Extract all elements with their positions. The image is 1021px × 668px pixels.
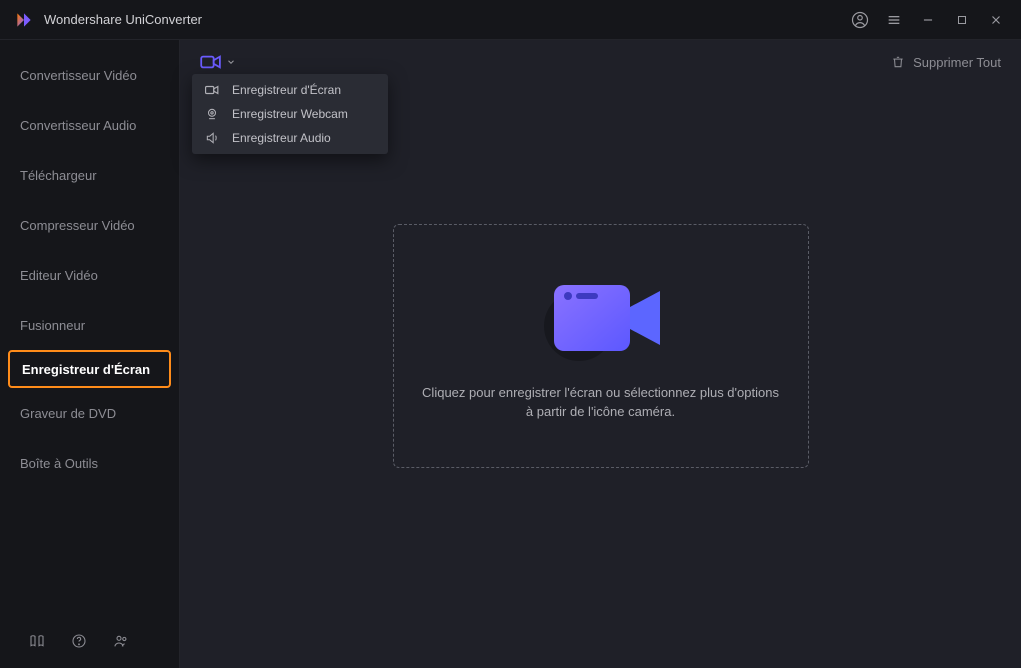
clear-all-label: Supprimer Tout <box>913 55 1001 70</box>
sidebar-nav: Convertisseur Vidéo Convertisseur Audio … <box>0 50 179 632</box>
feedback-icon[interactable] <box>112 632 130 650</box>
sidebar-item-label: Fusionneur <box>20 318 85 333</box>
sidebar-item-video-converter[interactable]: Convertisseur Vidéo <box>0 50 179 100</box>
sidebar-item-screen-recorder[interactable]: Enregistreur d'Écran <box>8 350 171 388</box>
minimize-button[interactable] <box>911 3 945 37</box>
titlebar: Wondershare UniConverter <box>0 0 1021 40</box>
chevron-down-icon <box>226 57 236 67</box>
help-icon[interactable] <box>70 632 88 650</box>
sidebar-item-label: Enregistreur d'Écran <box>22 362 150 377</box>
sidebar-item-merger[interactable]: Fusionneur <box>0 300 179 350</box>
dropdown-item-label: Enregistreur d'Écran <box>232 83 341 97</box>
camera-icon <box>204 84 220 96</box>
sidebar-item-dvd-burner[interactable]: Graveur de DVD <box>0 388 179 438</box>
dropzone-hint: Cliquez pour enregistrer l'écran ou séle… <box>421 383 781 422</box>
guide-icon[interactable] <box>28 632 46 650</box>
clear-all-button[interactable]: Supprimer Tout <box>891 55 1001 70</box>
dropdown-item-label: Enregistreur Audio <box>232 131 331 145</box>
webcam-icon <box>204 107 220 121</box>
sidebar-item-label: Téléchargeur <box>20 168 97 183</box>
record-dropzone[interactable]: Cliquez pour enregistrer l'écran ou séle… <box>393 224 809 468</box>
close-button[interactable] <box>979 3 1013 37</box>
trash-icon <box>891 55 905 69</box>
sidebar-item-downloader[interactable]: Téléchargeur <box>0 150 179 200</box>
sidebar-item-audio-converter[interactable]: Convertisseur Audio <box>0 100 179 150</box>
sidebar: Convertisseur Vidéo Convertisseur Audio … <box>0 40 180 668</box>
app-title: Wondershare UniConverter <box>44 12 202 27</box>
dropdown-item-audio-recorder[interactable]: Enregistreur Audio <box>192 126 388 150</box>
audio-icon <box>204 131 220 145</box>
maximize-button[interactable] <box>945 3 979 37</box>
sidebar-item-label: Boîte à Outils <box>20 456 98 471</box>
sidebar-item-label: Compresseur Vidéo <box>20 218 135 233</box>
sidebar-item-label: Graveur de DVD <box>20 406 116 421</box>
recorder-type-button[interactable] <box>194 50 242 74</box>
dropdown-item-screen-recorder[interactable]: Enregistreur d'Écran <box>192 78 388 102</box>
sidebar-footer <box>0 632 179 668</box>
app-logo <box>14 10 34 30</box>
sidebar-item-video-editor[interactable]: Editeur Vidéo <box>0 250 179 300</box>
dropdown-item-webcam-recorder[interactable]: Enregistreur Webcam <box>192 102 388 126</box>
camera-hero-icon <box>536 271 666 365</box>
dropdown-item-label: Enregistreur Webcam <box>232 107 348 121</box>
sidebar-item-label: Convertisseur Audio <box>20 118 136 133</box>
recorder-type-dropdown: Enregistreur d'Écran Enregistreur Webcam… <box>192 74 388 154</box>
sidebar-item-label: Editeur Vidéo <box>20 268 98 283</box>
account-icon[interactable] <box>843 3 877 37</box>
sidebar-item-toolbox[interactable]: Boîte à Outils <box>0 438 179 488</box>
sidebar-item-label: Convertisseur Vidéo <box>20 68 137 83</box>
sidebar-item-video-compressor[interactable]: Compresseur Vidéo <box>0 200 179 250</box>
menu-icon[interactable] <box>877 3 911 37</box>
